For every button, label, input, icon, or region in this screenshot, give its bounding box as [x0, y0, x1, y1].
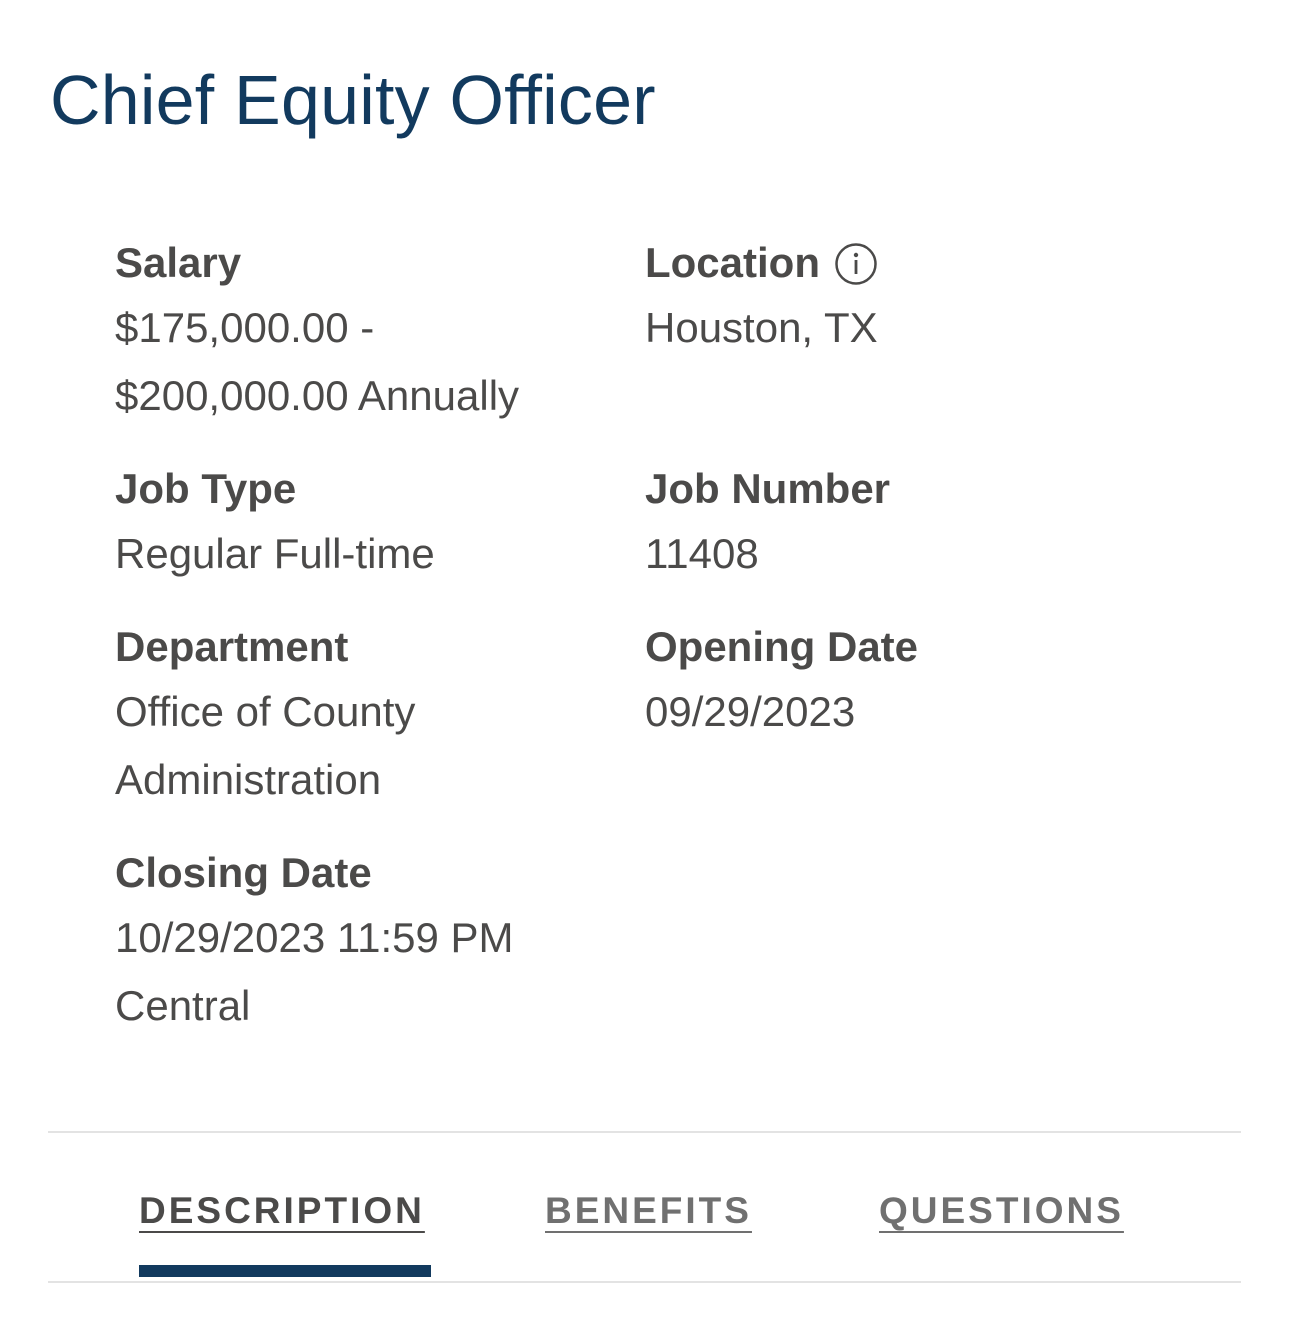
- location-field: Location Houston, TX: [645, 232, 1145, 362]
- divider-bottom: [48, 1281, 1241, 1283]
- closing-date-value-line2: Central: [115, 982, 251, 1029]
- location-value: Houston, TX: [645, 304, 878, 351]
- job-number-field: Job Number 11408: [645, 458, 1145, 588]
- department-label: Department: [115, 623, 349, 670]
- divider-top: [48, 1131, 1241, 1133]
- job-details: Salary $175,000.00 - $200,000.00 Annuall…: [115, 232, 1165, 1052]
- info-icon[interactable]: [834, 241, 878, 285]
- location-label: Location: [645, 239, 820, 286]
- department-value-line1: Office of County: [115, 688, 416, 735]
- opening-date-label: Opening Date: [645, 623, 919, 670]
- salary-label: Salary: [115, 239, 242, 286]
- salary-value-line2: $200,000.00 Annually: [115, 372, 520, 419]
- job-type-field: Job Type Regular Full-time: [115, 458, 615, 588]
- department-field: Department Office of County Administrati…: [115, 616, 615, 814]
- opening-date-field: Opening Date 09/29/2023: [645, 616, 1145, 746]
- active-tab-indicator: [139, 1265, 431, 1277]
- opening-date-value: 09/29/2023: [645, 688, 856, 735]
- job-type-value: Regular Full-time: [115, 530, 435, 577]
- salary-value-line1: $175,000.00 -: [115, 304, 375, 351]
- job-title: Chief Equity Officer: [50, 61, 656, 139]
- closing-date-label: Closing Date: [115, 849, 372, 896]
- job-type-label: Job Type: [115, 465, 297, 512]
- location-label-row: Location: [645, 232, 1145, 294]
- tab-bar: DESCRIPTION BENEFITS QUESTIONS: [0, 1180, 1290, 1280]
- tab-benefits[interactable]: BENEFITS: [545, 1190, 752, 1232]
- department-value-line2: Administration: [115, 756, 382, 803]
- job-number-label: Job Number: [645, 465, 891, 512]
- closing-date-field: Closing Date 10/29/2023 11:59 PM Central: [115, 842, 615, 1040]
- job-number-value: 11408: [645, 530, 759, 577]
- salary-field: Salary $175,000.00 - $200,000.00 Annuall…: [115, 232, 615, 430]
- tab-description[interactable]: DESCRIPTION: [139, 1190, 425, 1232]
- closing-date-value-line1: 10/29/2023 11:59 PM: [115, 914, 514, 961]
- tab-questions[interactable]: QUESTIONS: [879, 1190, 1124, 1232]
